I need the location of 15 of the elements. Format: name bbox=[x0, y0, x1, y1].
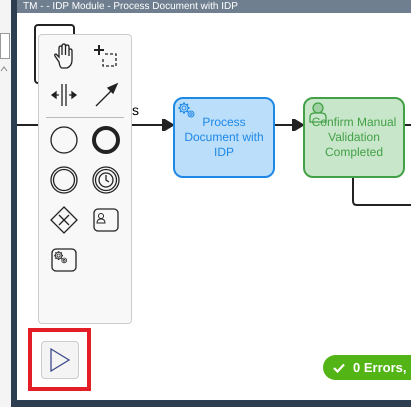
window-title: TM - - IDP Module - Process Document with IDP bbox=[23, 0, 238, 12]
chevron-up-icon[interactable] bbox=[0, 66, 8, 72]
gears-icon bbox=[177, 101, 197, 119]
play-icon bbox=[48, 346, 70, 372]
flow-label: s bbox=[132, 101, 139, 120]
status-text: 0 Errors, bbox=[353, 358, 406, 377]
check-icon bbox=[333, 362, 345, 372]
task-label: Process Document with IDP bbox=[183, 115, 265, 160]
sequence-flow-arrow bbox=[274, 119, 303, 131]
task-node[interactable]: Confirm Manual Validation Completed bbox=[303, 97, 405, 178]
task-node[interactable]: Process Document with IDP bbox=[173, 97, 275, 178]
input-field[interactable] bbox=[0, 33, 10, 59]
play-button[interactable] bbox=[40, 340, 78, 378]
sequence-flow-line bbox=[405, 124, 411, 126]
task-label: Confirm Manual Validation Completed bbox=[310, 115, 398, 160]
